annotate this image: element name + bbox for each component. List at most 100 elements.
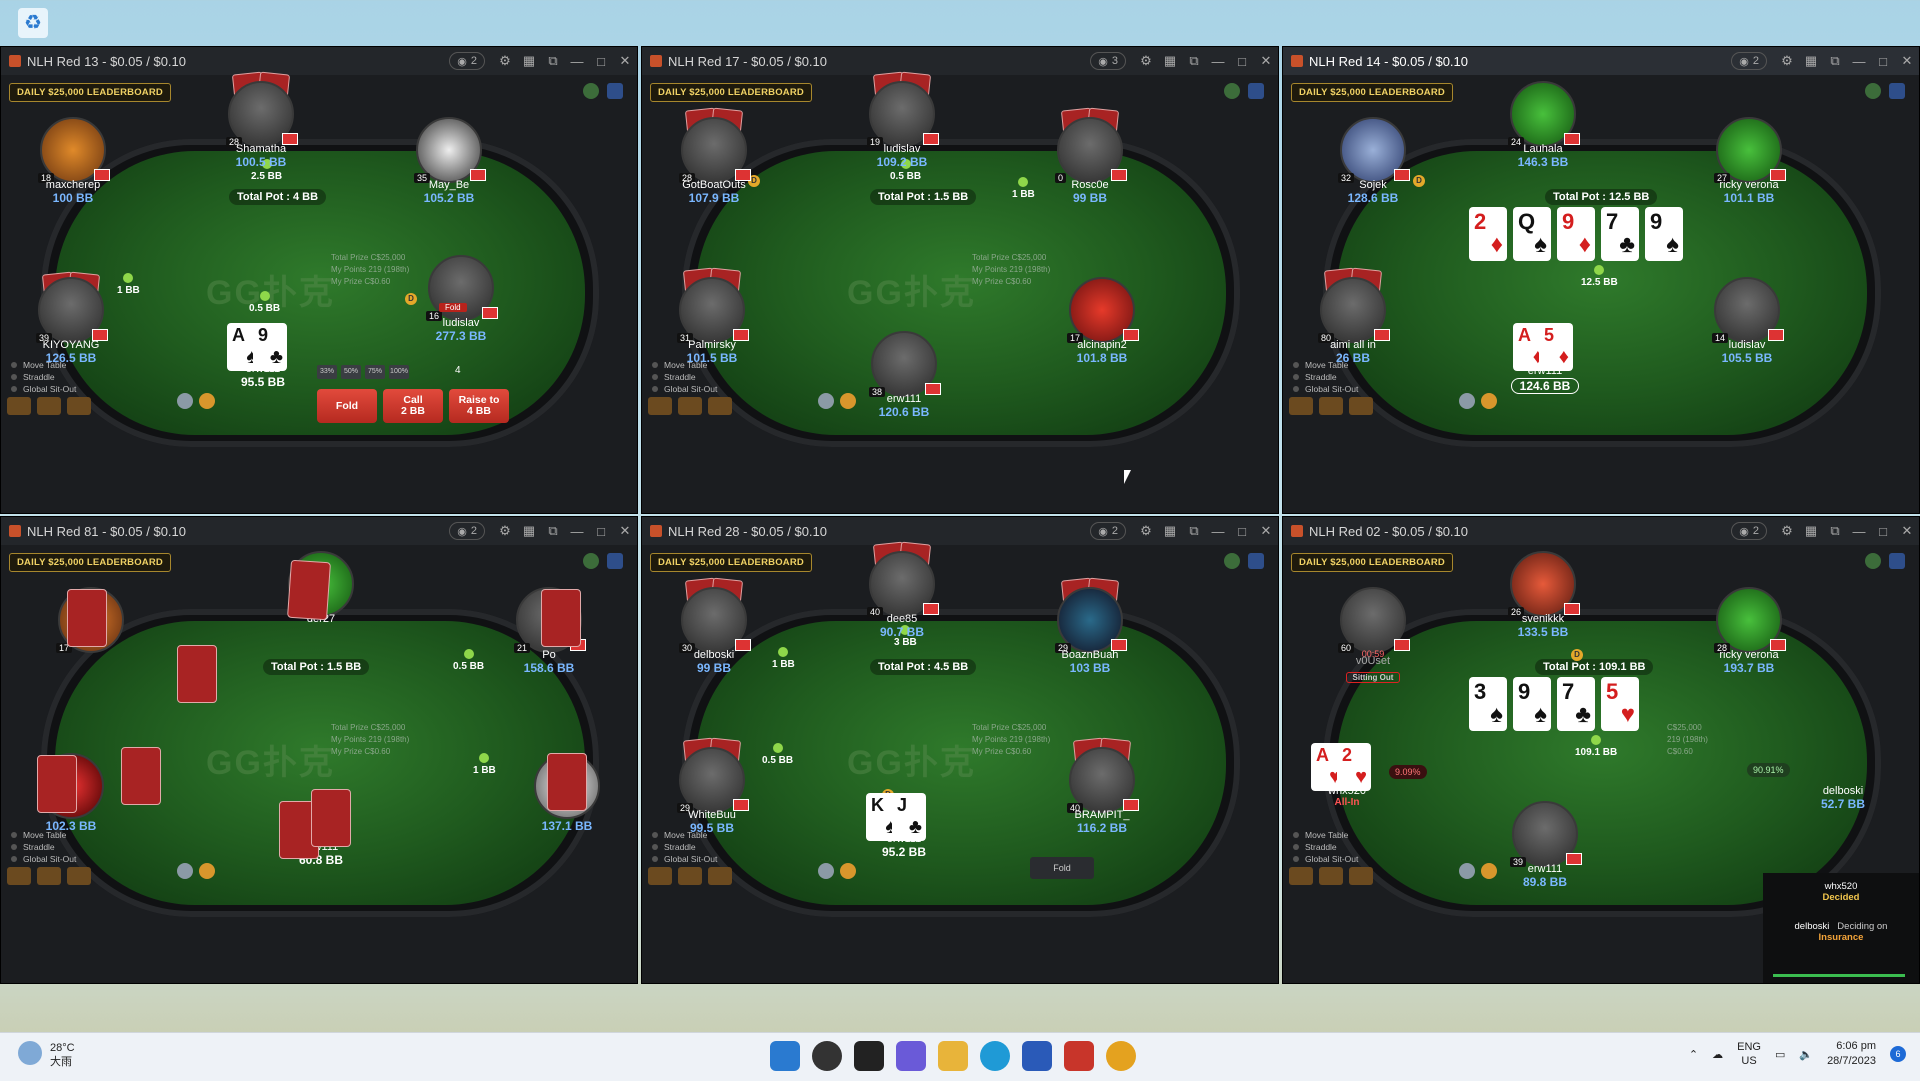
player-seat[interactable]: 30 delboski 99 BB	[664, 577, 764, 675]
leaderboard-badge[interactable]: DAILY $25,000 LEADERBOARD	[650, 553, 812, 572]
settings-round-icon[interactable]	[1865, 553, 1881, 569]
bet-flop-icon[interactable]	[708, 867, 732, 885]
preset-button[interactable]: 33%	[317, 365, 337, 379]
player-seat[interactable]: 32 Sojek 128.6 BB	[1323, 117, 1423, 205]
straddle-option[interactable]: Straddle	[652, 371, 717, 383]
game-icon[interactable]	[648, 867, 672, 885]
leaderboard-badge[interactable]: DAILY $25,000 LEADERBOARD	[9, 553, 171, 572]
bet-flop-icon[interactable]	[1349, 397, 1373, 415]
global-sitout-option[interactable]: Global Sit-Out	[11, 853, 76, 865]
player-seat[interactable]: 31 Palmirsky 101.5 BB	[662, 267, 762, 365]
watchers-badge[interactable]: ◉ 2	[1731, 52, 1767, 70]
card-icon[interactable]	[607, 83, 623, 99]
close-icon[interactable]: ✕	[1254, 53, 1278, 69]
player-seat[interactable]: 14 ludislav 105.5 BB	[1697, 277, 1797, 365]
bet-flop-icon[interactable]	[67, 397, 91, 415]
minimize-icon[interactable]: —	[565, 54, 589, 69]
chat-icon[interactable]	[177, 393, 193, 409]
hero-seat[interactable]: erw111 95.2 BB	[854, 833, 954, 859]
player-seat[interactable]: 35 May_Be 105.2 BB	[399, 117, 499, 205]
watchers-badge[interactable]: ◉ 3	[1090, 52, 1126, 70]
task-view-icon[interactable]	[854, 1041, 884, 1071]
player-seat[interactable]: 40 dee85 90.7 BB	[852, 541, 952, 639]
settings-round-icon[interactable]	[583, 553, 599, 569]
emoji-icon[interactable]	[1481, 863, 1497, 879]
straddle-option[interactable]: Straddle	[11, 841, 76, 853]
fold-checkbox[interactable]: Fold	[1030, 857, 1094, 879]
file-explorer-icon[interactable]	[938, 1041, 968, 1071]
title-bar[interactable]: NLH Red 81 - $0.05 / $0.10 ◉ 2 ⚙ ▦ ⧉ — □ …	[1, 517, 637, 545]
title-bar[interactable]: NLH Red 28 - $0.05 / $0.10 ◉ 2 ⚙ ▦ ⧉ — □ …	[642, 517, 1278, 545]
roulette-icon[interactable]	[678, 867, 702, 885]
maximize-icon[interactable]: □	[1871, 54, 1895, 69]
move-table-option[interactable]: Move Table	[652, 359, 717, 371]
global-sitout-option[interactable]: Global Sit-Out	[652, 383, 717, 395]
card-icon[interactable]	[607, 553, 623, 569]
close-icon[interactable]: ✕	[1254, 523, 1278, 539]
hero-seat[interactable]: erw111 95.5 BB	[213, 363, 313, 389]
ggpoker-icon[interactable]	[1064, 1041, 1094, 1071]
watchers-badge[interactable]: ◉ 2	[449, 52, 485, 70]
game-icon[interactable]	[7, 867, 31, 885]
chat-icon[interactable]	[818, 393, 834, 409]
chevron-up-icon[interactable]: ⌃	[1689, 1048, 1698, 1061]
watchers-badge[interactable]: ◉ 2	[449, 522, 485, 540]
card-icon[interactable]	[1248, 553, 1264, 569]
player-seat[interactable]: 60 00:59 v0Uset Sitting Out	[1323, 587, 1423, 685]
leaderboard-badge[interactable]: DAILY $25,000 LEADERBOARD	[1291, 553, 1453, 572]
player-seat[interactable]: delboski 52.7 BB	[1793, 785, 1893, 811]
layout-icon[interactable]: ▦	[517, 523, 541, 539]
table-window[interactable]: NLH Red 17 - $0.05 / $0.10 ◉ 3 ⚙ ▦ ⧉ — □ …	[641, 46, 1279, 514]
search-icon[interactable]	[812, 1041, 842, 1071]
maximize-icon[interactable]: □	[1230, 54, 1254, 69]
game-icon[interactable]	[648, 397, 672, 415]
title-bar[interactable]: NLH Red 14 - $0.05 / $0.10 ◉ 2 ⚙ ▦ ⧉ — □ …	[1283, 47, 1919, 75]
gear-icon[interactable]: ⚙	[1775, 53, 1799, 69]
watchers-badge[interactable]: ◉ 2	[1731, 522, 1767, 540]
chat-app-icon[interactable]	[896, 1041, 926, 1071]
close-icon[interactable]: ✕	[613, 53, 637, 69]
global-sitout-option[interactable]: Global Sit-Out	[1293, 853, 1358, 865]
gear-icon[interactable]: ⚙	[1134, 53, 1158, 69]
table-switch-icon[interactable]: ⧉	[541, 53, 565, 69]
move-table-option[interactable]: Move Table	[11, 359, 76, 371]
table-switch-icon[interactable]: ⧉	[1823, 53, 1847, 69]
gear-icon[interactable]: ⚙	[493, 523, 517, 539]
table-window[interactable]: NLH Red 81 - $0.05 / $0.10 ◉ 2 ⚙ ▦ ⧉ — □ …	[0, 516, 638, 984]
leaderboard-badge[interactable]: DAILY $25,000 LEADERBOARD	[9, 83, 171, 102]
player-seat[interactable]: 28 GotBoatOuts 107.9 BB	[664, 107, 764, 205]
emoji-icon[interactable]	[199, 393, 215, 409]
language-indicator[interactable]: ENG US	[1737, 1040, 1761, 1068]
maximize-icon[interactable]: □	[589, 54, 613, 69]
notification-badge[interactable]: 6	[1890, 1046, 1906, 1062]
straddle-option[interactable]: Straddle	[1293, 841, 1358, 853]
weather-widget[interactable]: 28°C 大雨	[18, 1041, 75, 1069]
table-window[interactable]: NLH Red 13 - $0.05 / $0.10 ◉ 2 ⚙ ▦ ⧉ — □ …	[0, 46, 638, 514]
title-bar[interactable]: NLH Red 02 - $0.05 / $0.10 ◉ 2 ⚙ ▦ ⧉ — □ …	[1283, 517, 1919, 545]
leaderboard-badge[interactable]: DAILY $25,000 LEADERBOARD	[1291, 83, 1453, 102]
card-icon[interactable]	[1889, 553, 1905, 569]
roulette-icon[interactable]	[1319, 867, 1343, 885]
table-switch-icon[interactable]: ⧉	[1823, 523, 1847, 539]
maximize-icon[interactable]: □	[589, 524, 613, 539]
player-seat[interactable]: 19 ludislav 109.2 BB	[852, 71, 952, 169]
maximize-icon[interactable]: □	[1871, 524, 1895, 539]
emoji-icon[interactable]	[840, 393, 856, 409]
minimize-icon[interactable]: —	[1847, 524, 1871, 539]
player-seat[interactable]: 18 maxcherep 100 BB	[23, 117, 123, 205]
game-icon[interactable]	[1289, 397, 1313, 415]
preset-button[interactable]: 100%	[389, 365, 409, 379]
emoji-icon[interactable]	[1481, 393, 1497, 409]
gear-icon[interactable]: ⚙	[493, 53, 517, 69]
layout-icon[interactable]: ▦	[1799, 523, 1823, 539]
player-seat[interactable]: 26 svenikkk 133.5 BB	[1493, 551, 1593, 639]
hero-seat[interactable]: erw111 124.6 BB	[1495, 365, 1595, 395]
chat-icon[interactable]	[818, 863, 834, 879]
chat-icon[interactable]	[1459, 393, 1475, 409]
layout-icon[interactable]: ▦	[1158, 523, 1182, 539]
bet-flop-icon[interactable]	[67, 867, 91, 885]
table-switch-icon[interactable]: ⧉	[1182, 523, 1206, 539]
card-icon[interactable]	[1889, 83, 1905, 99]
leaderboard-badge[interactable]: DAILY $25,000 LEADERBOARD	[650, 83, 812, 102]
emoji-icon[interactable]	[199, 863, 215, 879]
